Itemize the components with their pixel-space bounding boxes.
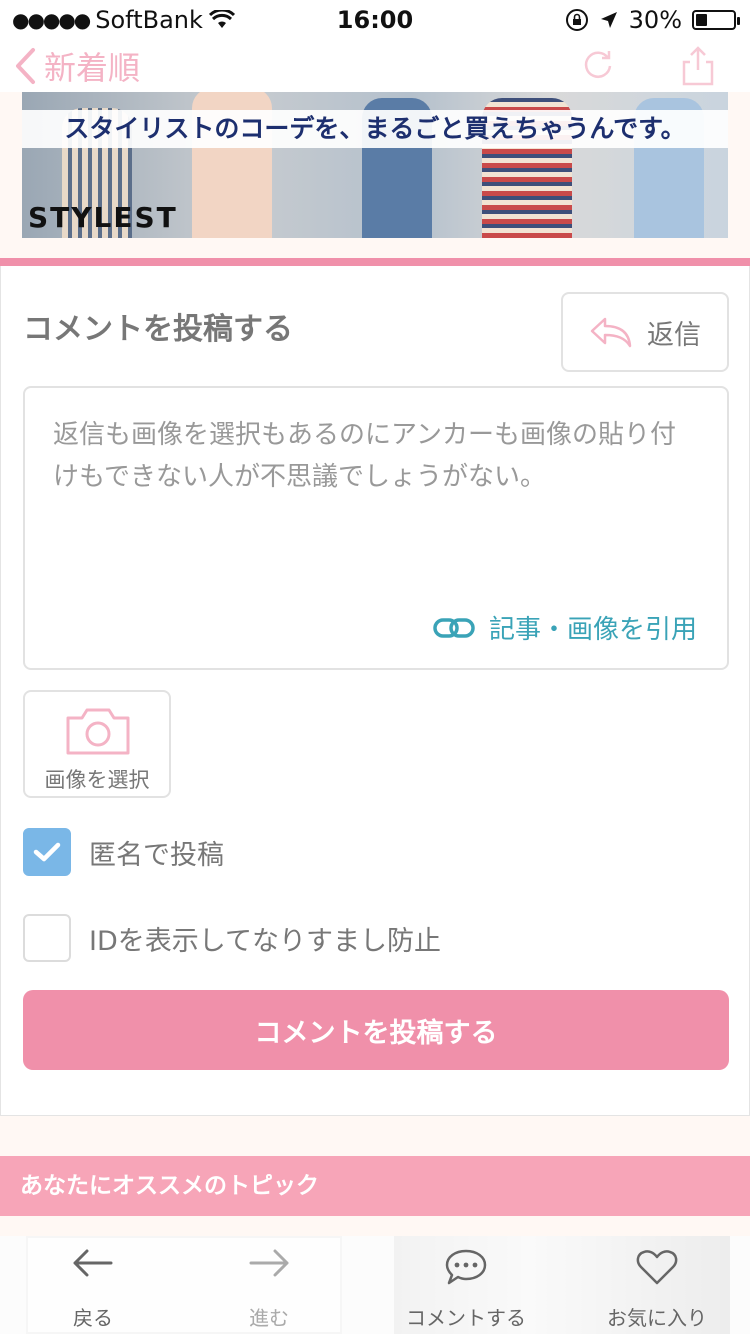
reply-button[interactable]: 返信 <box>561 292 729 372</box>
recommended-topics-header: あなたにオススメのトピック <box>0 1156 750 1216</box>
show-id-checkbox[interactable] <box>23 914 71 962</box>
anonymous-checkbox[interactable] <box>23 828 71 876</box>
location-arrow-icon <box>600 12 617 28</box>
anonymous-option[interactable]: 匿名で投稿 <box>23 828 224 876</box>
nav-bar: 新着順 <box>0 40 750 92</box>
speech-bubble-icon <box>445 1249 487 1285</box>
arrow-left-icon <box>73 1249 113 1277</box>
image-select-label: 画像を選択 <box>44 768 150 792</box>
comment-textarea[interactable]: 返信も画像を選択もあるのにアンカーも画像の貼り付けもできない人が不思議でしょうが… <box>23 386 729 670</box>
comment-form-title: コメントを投稿する <box>23 312 293 347</box>
chevron-left-icon <box>16 48 35 84</box>
bottom-toolbar: 戻る 進む コメントする お気に入り <box>0 1236 750 1334</box>
camera-icon <box>66 708 130 755</box>
show-id-label: IDを表示してなりすまし防止 <box>89 925 441 957</box>
back-button[interactable]: 新着順 <box>14 40 140 92</box>
arrow-right-icon <box>249 1249 289 1277</box>
tab-favorite[interactable]: お気に入り <box>598 1236 716 1334</box>
image-select-button[interactable]: 画像を選択 <box>23 690 171 798</box>
comment-text: 返信も画像を選択もあるのにアンカーも画像の貼り付けもできない人が不思議でしょうが… <box>53 420 676 492</box>
reload-icon <box>584 51 612 78</box>
banner-tagline: スタイリストのコーデを、まるごと買えちゃうんです。 <box>22 110 728 148</box>
show-id-option[interactable]: IDを表示してなりすまし防止 <box>23 914 441 962</box>
tab-forward[interactable]: 進む <box>214 1236 324 1334</box>
tab-favorite-label: お気に入り <box>607 1306 707 1330</box>
tab-back-label: 戻る <box>73 1306 113 1330</box>
reply-button-label: 返信 <box>647 319 701 351</box>
link-icon <box>433 617 475 638</box>
section-divider <box>0 258 750 266</box>
status-bar: ●●●●● SoftBank 16:00 30% <box>0 0 750 40</box>
battery-percent: 30% <box>628 6 682 34</box>
comment-form: コメントを投稿する 返信 返信も画像を選択もあるのにアンカーも画像の貼り付けもで… <box>0 266 750 1116</box>
status-right: 30% <box>565 6 740 34</box>
reload-button[interactable] <box>580 46 620 86</box>
quote-article-image-link[interactable]: 記事・画像を引用 <box>433 609 697 646</box>
banner-brand-logo: STYLEST <box>28 201 178 234</box>
tab-comment[interactable]: コメントする <box>396 1236 536 1334</box>
share-icon <box>682 46 714 86</box>
heart-icon <box>636 1250 678 1285</box>
back-label: 新着順 <box>44 49 141 87</box>
anonymous-label: 匿名で投稿 <box>89 839 224 871</box>
battery-icon <box>692 10 740 30</box>
reply-arrow-icon <box>590 317 632 348</box>
tab-forward-label: 進む <box>249 1306 289 1330</box>
quote-link-label: 記事・画像を引用 <box>488 615 697 645</box>
tab-back[interactable]: 戻る <box>38 1236 148 1334</box>
checkmark-icon <box>33 842 61 862</box>
share-button[interactable] <box>678 46 718 86</box>
submit-comment-button[interactable]: コメントを投稿する <box>23 990 729 1070</box>
stylest-banner[interactable]: スタイリストのコーデを、まるごと買えちゃうんです。 STYLEST <box>22 92 728 238</box>
orientation-lock-icon <box>565 9 588 31</box>
tab-comment-label: コメントする <box>406 1306 526 1330</box>
